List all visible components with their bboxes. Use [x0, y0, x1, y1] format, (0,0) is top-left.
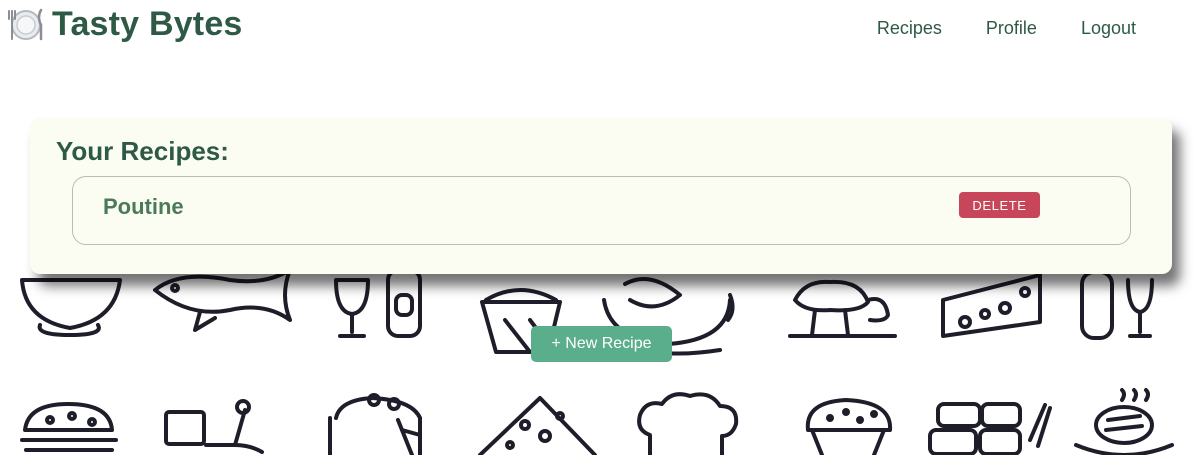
recipe-list-item[interactable]: Poutine DELETE [72, 176, 1131, 245]
nav-logout-link[interactable]: Logout [1081, 16, 1136, 40]
brand[interactable]: Tasty Bytes [6, 4, 243, 44]
burger-icon [20, 402, 118, 452]
mushroom-icon [788, 279, 897, 338]
delete-recipe-button[interactable]: DELETE [959, 192, 1040, 218]
top-nav: Recipes Profile Logout [877, 16, 1136, 40]
glass-bottle-icon [334, 268, 422, 338]
nav-profile-link[interactable]: Profile [986, 16, 1037, 40]
fish-icon [153, 268, 292, 332]
new-recipe-button[interactable]: + New Recipe [531, 326, 672, 362]
steak-plate-icon [1074, 388, 1174, 455]
plate-cutlery-icon [8, 8, 43, 41]
sushi-icon [928, 402, 1052, 455]
layer-cake-icon [328, 393, 422, 455]
your-recipes-card: Your Recipes: Poutine DELETE [30, 118, 1172, 274]
muffin-icon [805, 398, 893, 455]
chef-hat-icon [637, 392, 739, 455]
recipe-name[interactable]: Poutine [103, 194, 184, 220]
your-recipes-heading: Your Recipes: [56, 136, 229, 166]
bottle-glass-icon [1080, 270, 1154, 340]
cheese-icon [941, 273, 1042, 338]
bowl-icon [20, 278, 122, 337]
nav-recipes-link[interactable]: Recipes [877, 16, 942, 40]
page: Tasty Bytes Recipes Profile Logout Your … [0, 0, 1202, 455]
pizza-slice-icon [478, 396, 597, 455]
app-title: Tasty Bytes [52, 5, 243, 43]
delivery-scooter-icon [164, 399, 264, 454]
